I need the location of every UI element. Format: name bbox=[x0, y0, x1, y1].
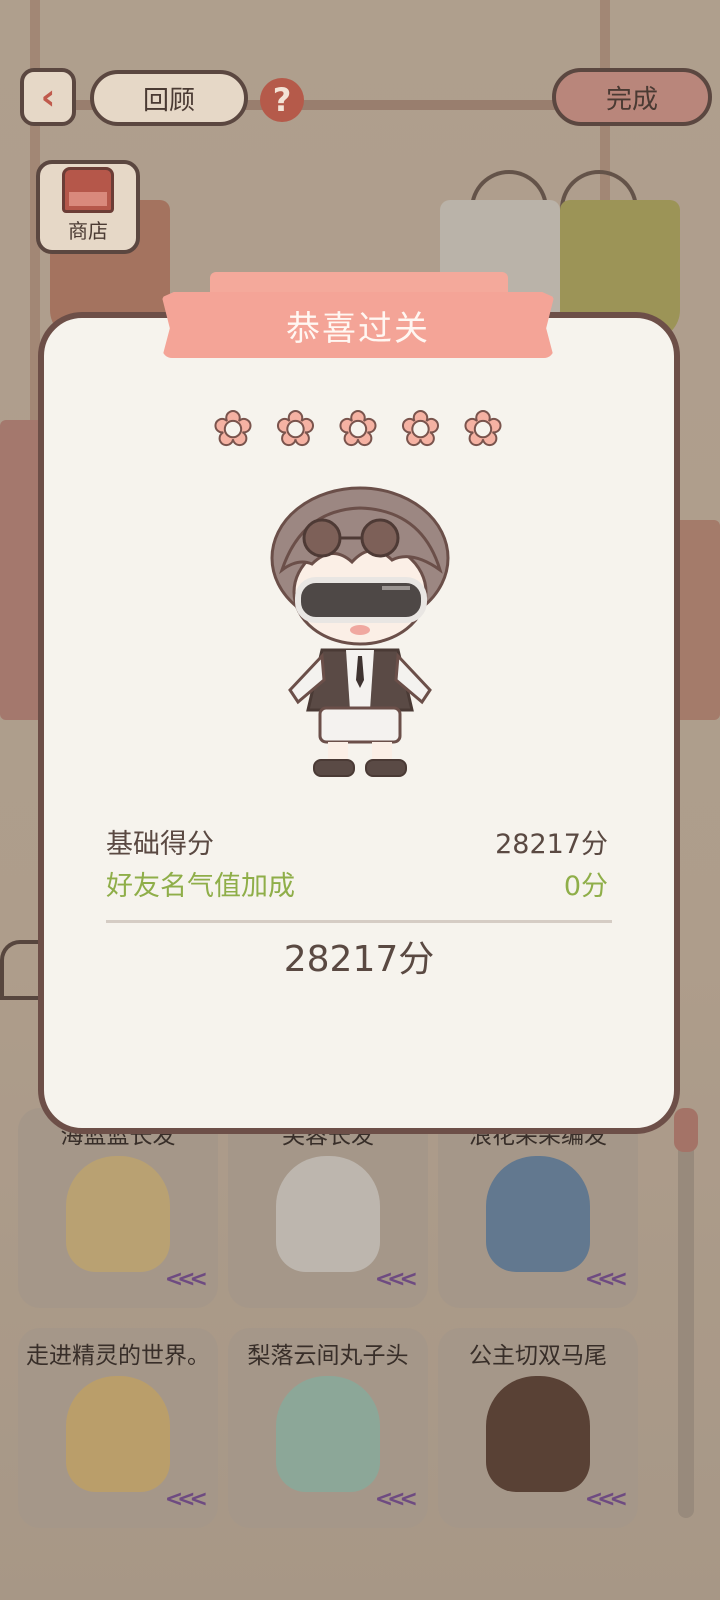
star-rating: ✿ ✿ ✿ ✿ ✿ bbox=[208, 401, 508, 457]
bonus-score-row: 好友名气值加成 0分 bbox=[106, 864, 608, 903]
base-score-row: 基础得分 28217分 bbox=[106, 822, 608, 861]
shop-label: 商店 bbox=[68, 219, 108, 243]
star-icon: ✿ bbox=[337, 401, 379, 457]
help-icon[interactable]: ? bbox=[260, 78, 304, 122]
title-banner: 恭喜过关 bbox=[162, 272, 554, 368]
review-button[interactable]: 回顾 bbox=[90, 70, 248, 126]
back-button[interactable]: ‹ bbox=[20, 68, 76, 126]
divider bbox=[106, 920, 612, 923]
star-icon: ✿ bbox=[462, 401, 504, 457]
help-glyph: ? bbox=[272, 81, 292, 119]
done-button[interactable]: 完成 bbox=[552, 68, 712, 126]
chevron-left-icon: ‹ bbox=[40, 76, 56, 118]
star-icon: ✿ bbox=[399, 401, 441, 457]
base-score-value: 28217分 bbox=[495, 829, 608, 860]
bonus-label: 好友名气值加成 bbox=[106, 871, 295, 902]
avatar-character bbox=[270, 486, 450, 777]
bonus-value: 0分 bbox=[563, 871, 608, 902]
base-score-label: 基础得分 bbox=[106, 829, 214, 860]
dialog-title: 恭喜过关 bbox=[162, 292, 554, 358]
review-label: 回顾 bbox=[142, 85, 195, 116]
star-icon: ✿ bbox=[212, 401, 254, 457]
done-label: 完成 bbox=[605, 84, 658, 115]
total-score: 28217分 bbox=[283, 939, 435, 980]
shop-icon bbox=[62, 167, 114, 213]
star-icon: ✿ bbox=[274, 401, 316, 457]
shop-button[interactable]: 商店 bbox=[36, 160, 140, 254]
